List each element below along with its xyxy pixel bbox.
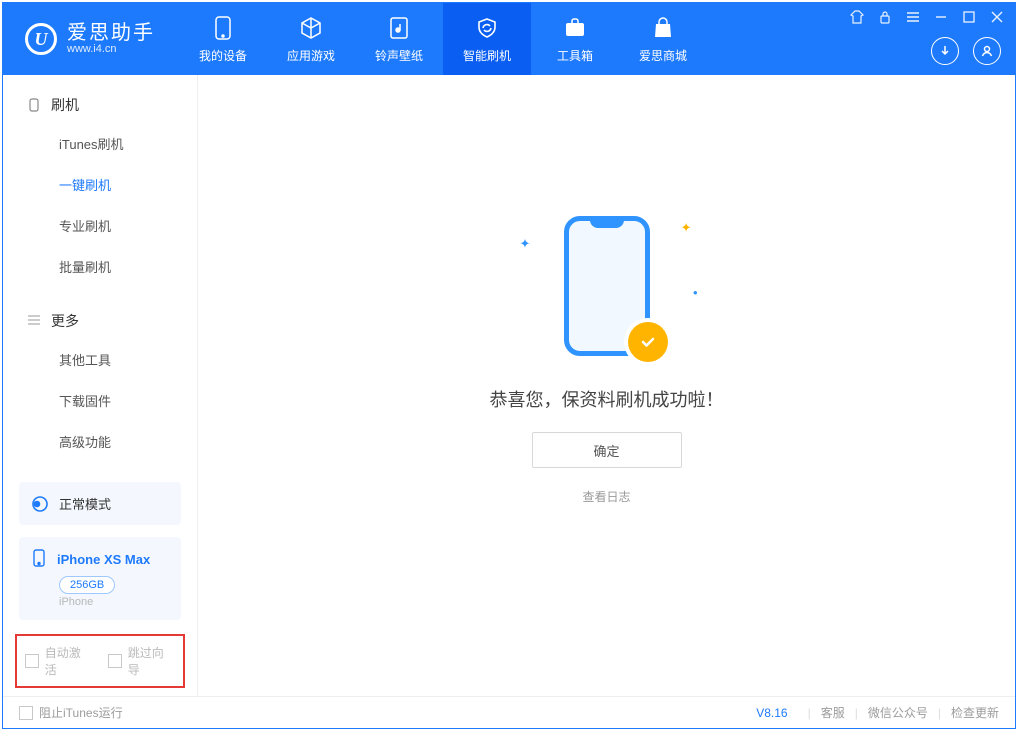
checkbox-icon [108, 654, 122, 668]
device-type: iPhone [59, 596, 169, 608]
phone-icon [210, 15, 236, 41]
tab-toolbox[interactable]: 工具箱 [531, 3, 619, 75]
checkbox-block-itunes[interactable]: 阻止iTunes运行 [19, 704, 123, 721]
checkmark-badge-icon [628, 322, 668, 362]
user-icon[interactable] [973, 37, 1001, 65]
checkbox-auto-activate[interactable]: 自动激活 [25, 644, 92, 678]
checkbox-icon [25, 654, 39, 668]
tab-my-device[interactable]: 我的设备 [179, 3, 267, 75]
device-icon [31, 549, 47, 570]
sidebar-section-more: 更多 其他工具 下载固件 高级功能 [3, 291, 197, 466]
sparkle-icon: ✦ [520, 236, 531, 252]
maximize-icon[interactable] [961, 9, 977, 25]
briefcase-icon [562, 15, 588, 41]
sidebar-item-download-firmware[interactable]: 下载固件 [3, 380, 197, 421]
device-name: iPhone XS Max [57, 552, 150, 567]
tab-apps-games[interactable]: 应用游戏 [267, 3, 355, 75]
device-icon [27, 98, 41, 112]
mode-panel[interactable]: 正常模式 [19, 482, 181, 525]
sidebar-item-onekey-flash[interactable]: 一键刷机 [3, 164, 197, 205]
title-bar: U 爱思助手 www.i4.cn 我的设备 应用游戏 [3, 3, 1015, 75]
brand: U 爱思助手 www.i4.cn [3, 3, 179, 75]
sidebar-item-batch-flash[interactable]: 批量刷机 [3, 246, 197, 287]
options-row: 自动激活 跳过向导 [15, 634, 185, 688]
bag-icon [650, 15, 676, 41]
status-link-wechat[interactable]: 微信公众号 [868, 704, 928, 721]
status-bar: 阻止iTunes运行 V8.16 | 客服 | 微信公众号 | 检查更新 [3, 696, 1015, 728]
brand-subtitle: www.i4.cn [67, 43, 155, 55]
sparkle-icon: • [693, 285, 698, 300]
version-label: V8.16 [756, 706, 787, 720]
cube-icon [298, 15, 324, 41]
status-link-update[interactable]: 检查更新 [951, 704, 999, 721]
menu-icon[interactable] [905, 9, 921, 25]
download-icon[interactable] [931, 37, 959, 65]
lock-icon[interactable] [877, 9, 893, 25]
sidebar-item-pro-flash[interactable]: 专业刷机 [3, 205, 197, 246]
sidebar-item-itunes-flash[interactable]: iTunes刷机 [3, 123, 197, 164]
minimize-icon[interactable] [933, 9, 949, 25]
header-right-icons [931, 37, 1001, 65]
refresh-shield-icon [474, 15, 500, 41]
brand-logo-icon: U [25, 23, 57, 55]
sidebar-item-advanced[interactable]: 高级功能 [3, 421, 197, 462]
mode-icon [31, 495, 49, 513]
app-window: U 爱思助手 www.i4.cn 我的设备 应用游戏 [2, 2, 1016, 729]
main-content: ✦ ✦ • 恭喜您，保资料刷机成功啦！ 确定 查看日志 [198, 75, 1015, 696]
section-title: 更多 [51, 311, 79, 331]
mode-label: 正常模式 [59, 494, 111, 513]
tab-store[interactable]: 爱思商城 [619, 3, 707, 75]
checkbox-skip-guide[interactable]: 跳过向导 [108, 644, 175, 678]
brand-title: 爱思助手 [67, 23, 155, 43]
top-tabs: 我的设备 应用游戏 铃声壁纸 智能刷机 [179, 3, 707, 75]
status-link-support[interactable]: 客服 [821, 704, 845, 721]
window-controls [849, 9, 1005, 25]
ok-button[interactable]: 确定 [532, 432, 682, 468]
device-panel[interactable]: iPhone XS Max 256GB iPhone [19, 537, 181, 620]
checkbox-icon [19, 706, 33, 720]
list-icon [27, 314, 41, 328]
sidebar-item-other-tools[interactable]: 其他工具 [3, 339, 197, 380]
sparkle-icon: ✦ [681, 220, 692, 236]
music-file-icon [386, 15, 412, 41]
success-message: 恭喜您，保资料刷机成功啦！ [490, 386, 724, 412]
close-icon[interactable] [989, 9, 1005, 25]
sidebar-section-flash: 刷机 iTunes刷机 一键刷机 专业刷机 批量刷机 [3, 75, 197, 291]
tab-ringtones[interactable]: 铃声壁纸 [355, 3, 443, 75]
tab-smart-flash[interactable]: 智能刷机 [443, 3, 531, 75]
body: 刷机 iTunes刷机 一键刷机 专业刷机 批量刷机 更多 其他工具 下载固件 … [3, 75, 1015, 696]
success-illustration: ✦ ✦ • [502, 206, 712, 366]
device-capacity-badge: 256GB [59, 576, 115, 594]
shirt-icon[interactable] [849, 9, 865, 25]
view-log-link[interactable]: 查看日志 [582, 488, 630, 505]
sidebar: 刷机 iTunes刷机 一键刷机 专业刷机 批量刷机 更多 其他工具 下载固件 … [3, 75, 198, 696]
section-title: 刷机 [51, 95, 79, 115]
